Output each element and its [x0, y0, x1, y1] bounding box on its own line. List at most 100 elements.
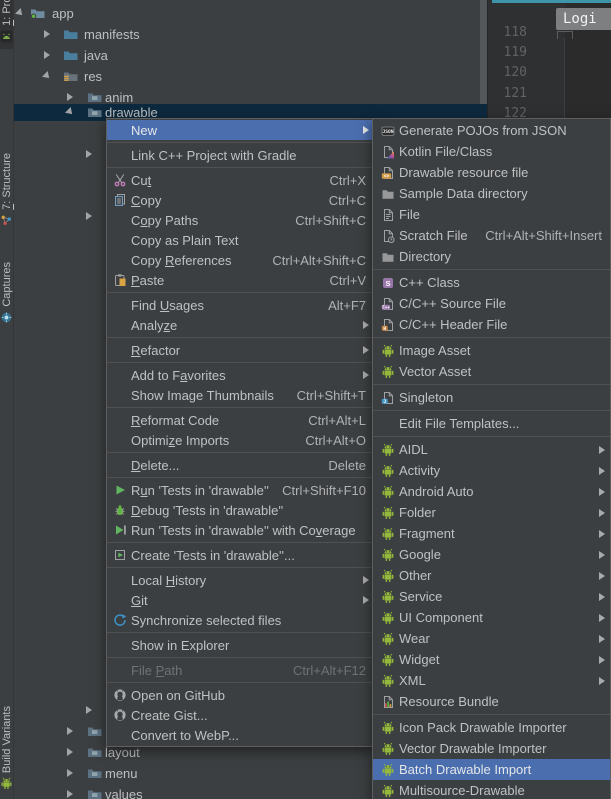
tool-window-button-7-structure[interactable]: 7: Structure: [0, 153, 13, 227]
tree-expand-arrow-icon[interactable]: [67, 790, 73, 798]
menu-item-shortcut: Ctrl+C: [328, 192, 366, 208]
new-submenu-item-generate-pojos-from-json[interactable]: JSON Generate POJOs from JSON: [373, 120, 610, 141]
new-submenu-item-aidl[interactable]: AIDL: [373, 439, 610, 460]
context-menu-item-link-c-project-with-gradle[interactable]: Link C++ Project with Gradle: [107, 145, 374, 165]
context-menu-item-run-tests-in-drawable-with-coverage[interactable]: Run 'Tests in 'drawable'' with Coverage: [107, 520, 374, 540]
tree-expand-arrow-icon[interactable]: [67, 93, 73, 101]
tree-expand-arrow-icon[interactable]: [67, 748, 73, 756]
new-submenu-item-service[interactable]: Service: [373, 586, 610, 607]
tool-window-button-1-proje[interactable]: 1: Proje: [0, 0, 13, 49]
context-menu-item-run-tests-in-drawable[interactable]: Run 'Tests in 'drawable'' Ctrl+Shift+F10: [107, 480, 374, 500]
new-submenu-item-file[interactable]: File: [373, 204, 610, 225]
context-menu-item-convert-to-webp[interactable]: Convert to WebP...: [107, 725, 374, 745]
new-submenu-item-c-c-source-file[interactable]: C++ C/C++ Source File: [373, 293, 610, 314]
tree-expand-arrow-icon[interactable]: [44, 30, 50, 38]
menu-item-label: Copy as Plain Text: [131, 232, 239, 248]
context-menu-item-refactor[interactable]: Refactor: [107, 340, 374, 360]
menu-item-label: Service: [399, 589, 443, 604]
context-menu-item-debug-tests-in-drawable[interactable]: Debug 'Tests in 'drawable'': [107, 500, 374, 520]
context-menu-item-copy-references[interactable]: Copy References Ctrl+Alt+Shift+C: [107, 250, 374, 270]
context-menu-item-show-image-thumbnails[interactable]: Show Image Thumbnails Ctrl+Shift+T: [107, 385, 374, 405]
tree-collapse-arrow-icon[interactable]: [65, 107, 75, 117]
new-submenu-item-icon-pack-drawable-importer[interactable]: Icon Pack Drawable Importer: [373, 717, 610, 738]
new-submenu-item-ui-component[interactable]: UI Component: [373, 607, 610, 628]
debug-icon: [110, 503, 129, 517]
new-submenu-item-activity[interactable]: Activity: [373, 460, 610, 481]
tool-window-button-captures[interactable]: Captures: [0, 262, 13, 324]
folder-resource-icon: [87, 724, 102, 739]
tree-expand-arrow-icon[interactable]: [44, 51, 50, 59]
context-menu-item-reformat-code[interactable]: Reformat Code Ctrl+Alt+L: [107, 410, 374, 430]
context-menu-item-cut[interactable]: Cut Ctrl+X: [107, 170, 374, 190]
android-icon: [378, 742, 397, 756]
new-submenu-item-android-auto[interactable]: Android Auto: [373, 481, 610, 502]
tree-expand-arrow-icon[interactable]: [86, 706, 92, 714]
tree-collapse-arrow-icon[interactable]: [42, 71, 52, 81]
new-submenu-item-directory[interactable]: Directory: [373, 246, 610, 267]
context-menu-item-copy-paths[interactable]: Copy Paths Ctrl+Shift+C: [107, 210, 374, 230]
kotlin-icon: [378, 145, 397, 159]
context-menu-item-file-path[interactable]: File Path Ctrl+Alt+F12: [107, 660, 374, 680]
new-submenu-item-batch-drawable-import[interactable]: Batch Drawable Import: [373, 759, 610, 780]
new-submenu-item-fragment[interactable]: Fragment: [373, 523, 610, 544]
new-submenu-item-scratch-file[interactable]: Scratch File Ctrl+Alt+Shift+Insert: [373, 225, 610, 246]
new-submenu-item-folder[interactable]: Folder: [373, 502, 610, 523]
new-submenu-item-resource-bundle[interactable]: Resource Bundle: [373, 691, 610, 712]
tree-expand-arrow-icon[interactable]: [67, 727, 73, 735]
new-submenu-item-vector-drawable-importer[interactable]: Vector Drawable Importer: [373, 738, 610, 759]
context-menu-item-create-gist[interactable]: Create Gist...: [107, 705, 374, 725]
new-submenu-item-image-asset[interactable]: Image Asset: [373, 340, 610, 361]
code-fold-marker[interactable]: [557, 31, 573, 39]
new-submenu-item-other[interactable]: Other: [373, 565, 610, 586]
context-menu-item-open-on-github[interactable]: Open on GitHub: [107, 685, 374, 705]
new-submenu-item-multisource-drawable[interactable]: Multisource-Drawable: [373, 780, 610, 799]
new-submenu-item-xml[interactable]: XML: [373, 670, 610, 691]
tree-row-java[interactable]: java: [13, 47, 487, 64]
tree-row-app[interactable]: app: [13, 5, 487, 22]
new-submenu-item-google[interactable]: Google: [373, 544, 610, 565]
menu-item-label: Copy Paths: [131, 212, 199, 228]
left-tool-window-bar: 1: Proje 7: Structure Captures Build Varian…: [0, 0, 14, 799]
new-submenu-item-c-class[interactable]: S C++ Class: [373, 272, 610, 293]
context-menu-item-find-usages[interactable]: Find Usages Alt+F7: [107, 295, 374, 315]
new-submenu-item-drawable-resource-file[interactable]: <> Drawable resource file: [373, 162, 610, 183]
menu-item-shortcut: Ctrl+Alt+Shift+C: [272, 252, 366, 268]
new-submenu-item-kotlin-file-class[interactable]: Kotlin File/Class: [373, 141, 610, 162]
new-submenu-item-singleton[interactable]: J Singleton: [373, 387, 610, 408]
tree-expand-arrow-icon[interactable]: [67, 769, 73, 777]
android-icon: [378, 784, 397, 798]
menu-item-label: Activity: [399, 463, 441, 478]
menu-separator: [373, 269, 610, 270]
context-menu-item-analyze[interactable]: Analyze: [107, 315, 374, 335]
context-menu-item-optimize-imports[interactable]: Optimize Imports Ctrl+Alt+O: [107, 430, 374, 450]
captures-icon: [0, 311, 13, 324]
new-submenu-item-c-c-header-file[interactable]: H C/C++ Header File: [373, 314, 610, 335]
new-submenu-item-vector-asset[interactable]: Vector Asset: [373, 361, 610, 382]
tree-expand-arrow-icon[interactable]: [86, 212, 92, 220]
context-menu-item-show-in-explorer[interactable]: Show in Explorer: [107, 635, 374, 655]
run-icon: [110, 483, 129, 497]
new-submenu-item-edit-file-templates[interactable]: Edit File Templates...: [373, 413, 610, 434]
tool-window-button-build-variants[interactable]: Build Variants: [0, 706, 13, 790]
new-submenu: JSON Generate POJOs from JSON Kotlin File/…: [372, 118, 611, 799]
new-submenu-item-wear[interactable]: Wear: [373, 628, 610, 649]
tree-row-manifests[interactable]: manifests: [13, 26, 487, 43]
new-submenu-item-sample-data-directory[interactable]: Sample Data directory: [373, 183, 610, 204]
menu-item-label: Multisource-Drawable: [399, 783, 525, 798]
tool-window-label: 1: Proje: [0, 0, 13, 26]
tree-row-res[interactable]: res: [13, 68, 487, 85]
context-menu-item-copy-as-plain-text[interactable]: Copy as Plain Text: [107, 230, 374, 250]
context-menu-item-local-history[interactable]: Local History: [107, 570, 374, 590]
context-menu-item-add-to-favorites[interactable]: Add to Favorites: [107, 365, 374, 385]
tree-expand-arrow-icon[interactable]: [86, 150, 92, 158]
new-submenu-item-widget[interactable]: Widget: [373, 649, 610, 670]
context-menu-item-paste[interactable]: Paste Ctrl+V: [107, 270, 374, 290]
context-menu-item-git[interactable]: Git: [107, 590, 374, 610]
context-menu-item-create-tests-in-drawable[interactable]: Create 'Tests in 'drawable''...: [107, 545, 374, 565]
menu-item-label: Link C++ Project with Gradle: [131, 147, 297, 163]
context-menu-item-synchronize-selected-files[interactable]: Synchronize selected files: [107, 610, 374, 630]
tree-collapse-arrow-icon[interactable]: [15, 8, 25, 18]
context-menu-item-delete[interactable]: Delete... Delete: [107, 455, 374, 475]
context-menu-item-new[interactable]: New: [107, 120, 374, 140]
context-menu-item-copy[interactable]: Copy Ctrl+C: [107, 190, 374, 210]
